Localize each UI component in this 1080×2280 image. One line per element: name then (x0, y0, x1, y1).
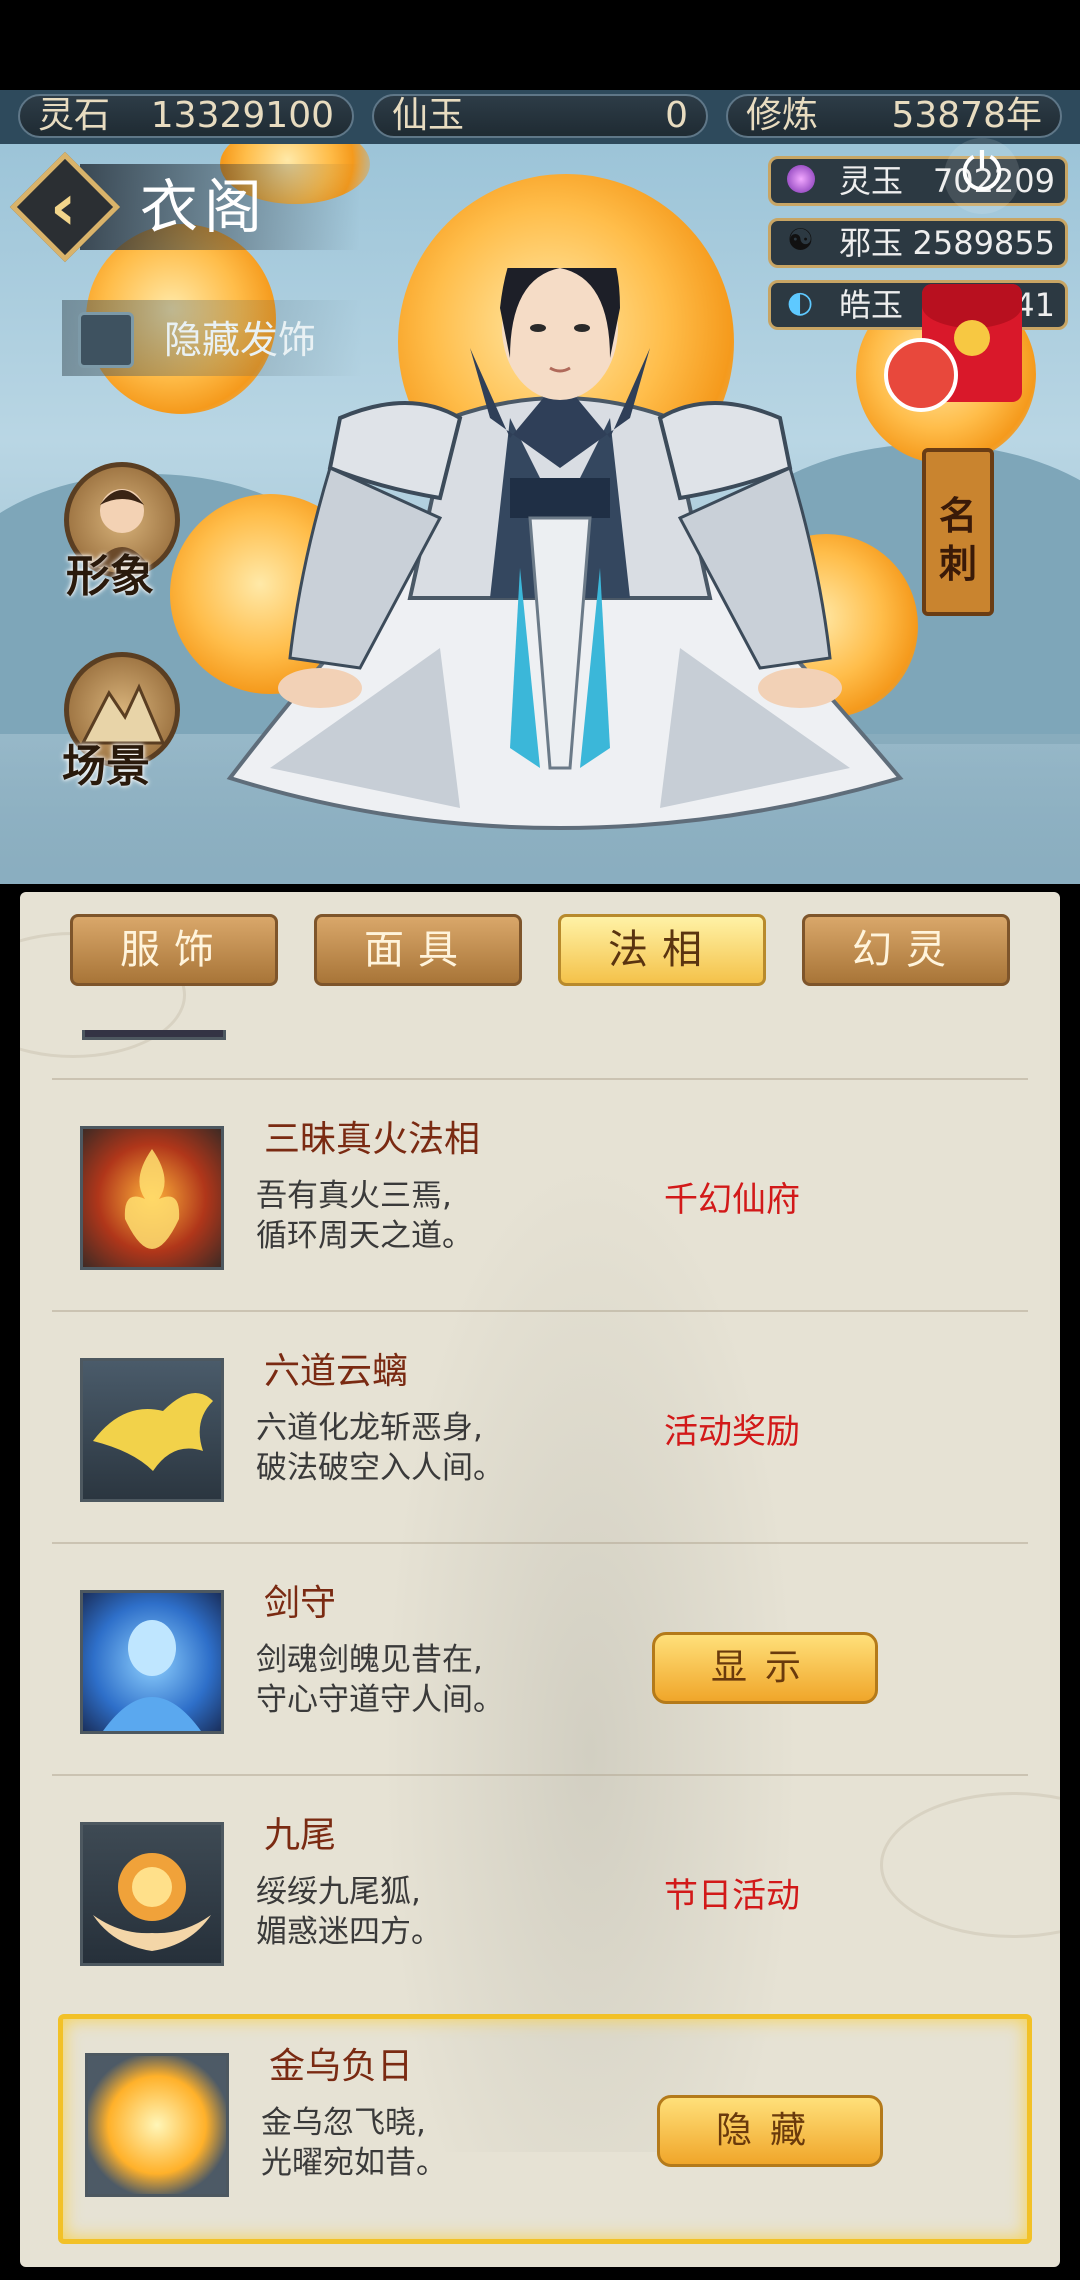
item-name: 九尾 (264, 1815, 337, 1856)
purple-jade-icon (787, 165, 815, 193)
xianyu-label: 仙玉 (392, 95, 465, 136)
item-source: 活动奖励 (664, 1412, 800, 1452)
power-icon[interactable]: ⏻ (944, 138, 1020, 214)
tab-huanling-label: 幻灵 (852, 927, 960, 973)
item-desc: 六道化龙斩恶身, 破法破空入人间。 (256, 1410, 504, 1486)
golden-dragon-thumb (80, 1358, 224, 1502)
item-source: 节日活动 (664, 1876, 800, 1916)
item-desc: 金乌忽飞晓, 光曜宛如昔。 (261, 2105, 447, 2181)
chevron-left-icon: ‹ (50, 171, 77, 245)
namecard-button[interactable]: 名刺 (922, 448, 994, 616)
tab-clothing-label: 服饰 (120, 927, 228, 973)
resource-lingshi: 灵石 13329100 (18, 94, 354, 138)
list-item-selected[interactable]: 金乌负日 金乌忽飞晓, 光曜宛如昔。 隐藏 (58, 2014, 1032, 2244)
lingshi-value: 13329100 (150, 95, 334, 136)
hide-hair-label: 隐藏发饰 (164, 318, 317, 362)
resource-xiulian: 修炼 53878年 (726, 94, 1062, 138)
xiulian-label: 修炼 (746, 95, 819, 136)
scene-label: 场景 (62, 741, 150, 792)
haoyu-label: 皓玉 (839, 286, 904, 324)
partial-item-thumb (82, 1030, 226, 1040)
lingshi-label: 灵石 (38, 95, 111, 136)
xianyu-value: 0 (665, 95, 688, 136)
item-desc: 吾有真火三焉, 循环周天之道。 (256, 1178, 473, 1254)
list-item[interactable]: 三昧真火法相 吾有真火三焉, 循环周天之道。 千幻仙府 (52, 1078, 1028, 1312)
black-jade-icon: ☯ (787, 223, 814, 258)
sword-guardian-thumb (80, 1590, 224, 1734)
xieyu-value: 2589855 (912, 224, 1055, 262)
fire-faxiang-thumb (80, 1126, 224, 1270)
hide-hair-checkbox[interactable] (78, 312, 134, 368)
item-name: 六道云螭 (264, 1351, 409, 1392)
show-button[interactable]: 显示 (652, 1632, 878, 1704)
xiulian-value: 53878年 (891, 95, 1042, 136)
lion-mascot-icon[interactable] (884, 338, 958, 412)
item-source: 千幻仙府 (664, 1180, 800, 1220)
item-name: 金乌负日 (269, 2046, 414, 2087)
item-name: 剑守 (264, 1583, 337, 1624)
appearance-label: 形象 (66, 551, 154, 602)
tab-faxiang-label: 法相 (608, 927, 716, 973)
list-item[interactable]: 九尾 绥绥九尾狐, 媚惑迷四方。 节日活动 (52, 1774, 1028, 2008)
lingyu-label: 灵玉 (839, 162, 904, 200)
namecard-label: 名刺 (938, 493, 977, 586)
blue-jade-icon: ◐ (787, 285, 814, 320)
golden-sun-thumb (85, 2053, 229, 2197)
resource-xianyu: 仙玉 0 (372, 94, 708, 138)
tab-clothing[interactable]: 服饰 (70, 914, 278, 986)
tab-faxiang[interactable]: 法相 (558, 914, 766, 986)
currency-haoyu: ◐ 皓玉 41 (768, 280, 1068, 330)
nine-tail-thumb (80, 1822, 224, 1966)
item-desc: 绥绥九尾狐, 媚惑迷四方。 (256, 1874, 442, 1950)
list-item[interactable]: 六道云螭 六道化龙斩恶身, 破法破空入人间。 活动奖励 (52, 1310, 1028, 1544)
item-name: 三昧真火法相 (264, 1119, 481, 1160)
tab-mask[interactable]: 面具 (314, 914, 522, 986)
page-title: 衣阁 (140, 173, 269, 241)
xieyu-label: 邪玉 (839, 224, 904, 262)
list-item[interactable]: 剑守 剑魂剑魄见昔在, 守心守道守人间。 显示 (52, 1542, 1028, 1776)
tab-mask-label: 面具 (364, 927, 472, 973)
currency-lingyu: 灵玉 702209 (768, 156, 1068, 206)
faxiang-list[interactable]: 三昧真火法相 吾有真火三焉, 循环周天之道。 千幻仙府 六道云螭 六道化龙斩恶身,… (52, 1030, 1032, 2260)
item-desc: 剑魂剑魄见昔在, 守心守道守人间。 (256, 1642, 504, 1718)
hide-button[interactable]: 隐藏 (657, 2095, 883, 2167)
currency-xieyu: ☯ 邪玉 2589855 (768, 218, 1068, 268)
tab-huanling[interactable]: 幻灵 (802, 914, 1010, 986)
back-button[interactable]: ‹ (9, 151, 122, 264)
